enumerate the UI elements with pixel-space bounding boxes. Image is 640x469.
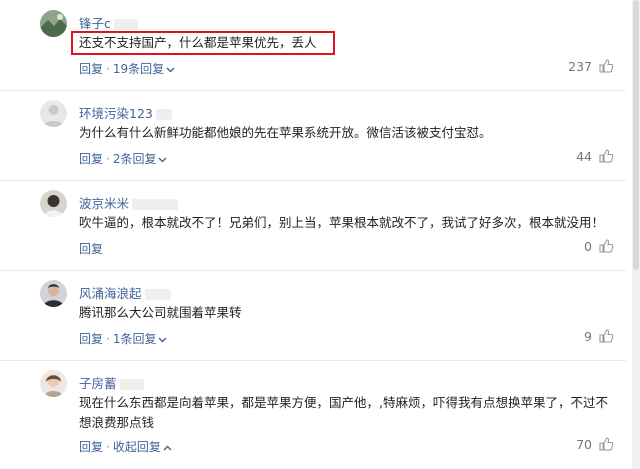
masked-name-fragment	[119, 379, 144, 390]
comment-username[interactable]: 环境污染123	[79, 103, 172, 122]
masked-name-fragment	[113, 19, 138, 30]
comment-text: 腾讯那么大公司就围着苹果转	[79, 305, 242, 320]
separator: ·	[106, 440, 110, 454]
view-replies-link[interactable]: 1条回复	[113, 332, 168, 346]
like-count-text: 70	[576, 436, 592, 452]
chevron-down-icon	[166, 67, 175, 72]
view-replies-label[interactable]: 2条回复	[113, 152, 157, 166]
like-count-text: 237	[568, 58, 592, 74]
collapse-replies-label[interactable]: 收起回复	[113, 440, 161, 454]
view-replies-link[interactable]: 19条回复	[113, 62, 175, 76]
like-count-text: 44	[576, 148, 592, 164]
person-avatar-icon[interactable]	[40, 370, 67, 397]
chevron-down-icon	[158, 337, 167, 342]
thumbs-up-icon[interactable]	[598, 148, 614, 164]
reply-button[interactable]: 回复	[79, 440, 103, 454]
username-text[interactable]: 波京米米	[79, 196, 129, 211]
separator: ·	[106, 332, 110, 346]
comment-actions: 回复 · 2条回复	[79, 150, 167, 167]
comment-actions: 回复 · 1条回复	[79, 330, 167, 347]
username-text[interactable]: 子房蓄	[79, 376, 117, 391]
comment-actions: 回复	[79, 240, 103, 257]
reply-button[interactable]: 回复	[79, 242, 103, 256]
comment-username[interactable]: 波京米米	[79, 193, 179, 212]
like-count[interactable]: 0	[584, 238, 614, 254]
comment-actions: 回复 · 19条回复	[79, 60, 175, 77]
comment-item: 波京米米 吹牛逼的，根本就改不了！兄弟们，别上当，苹果根本就改不了，我试了好多次…	[0, 180, 626, 271]
comment-text: 现在什么东西都是向着苹果，都是苹果方便，国产他，,特麻烦，吓得我有点想换苹果了，…	[79, 395, 608, 430]
like-count[interactable]: 9	[584, 328, 614, 344]
comment-text: 为什么有什么新鲜功能都他娘的先在苹果系统开放。微信活该被支付宝怼。	[79, 125, 492, 140]
masked-name-fragment	[132, 199, 179, 210]
like-count-text: 0	[584, 238, 592, 254]
comment-text: 吹牛逼的，根本就改不了！兄弟们，别上当，苹果根本就改不了，我试了好多次，根本就没…	[79, 215, 605, 230]
like-count[interactable]: 44	[576, 148, 614, 164]
like-count[interactable]: 237	[568, 58, 614, 74]
masked-name-fragment	[144, 289, 171, 300]
comment-item: 风涌海浪起 腾讯那么大公司就围着苹果转 回复 · 1条回复 9	[0, 270, 626, 361]
like-count[interactable]: 70	[576, 436, 614, 452]
comment-username[interactable]: 风涌海浪起	[79, 283, 171, 302]
thumbs-up-icon[interactable]	[598, 238, 614, 254]
chevron-up-icon	[163, 445, 172, 450]
like-count-text: 9	[584, 328, 592, 344]
scrollbar-thumb[interactable]	[633, 0, 639, 270]
thumbs-up-icon[interactable]	[598, 328, 614, 344]
person-avatar-icon[interactable]	[40, 280, 67, 307]
view-replies-link[interactable]: 2条回复	[113, 152, 168, 166]
comment-item: 环境污染123 为什么有什么新鲜功能都他娘的先在苹果系统开放。微信活该被支付宝怼…	[0, 90, 626, 181]
collapse-replies-link[interactable]: 收起回复	[113, 440, 172, 454]
separator: ·	[106, 152, 110, 166]
view-replies-label[interactable]: 19条回复	[113, 62, 164, 76]
thumbs-up-icon[interactable]	[598, 436, 614, 452]
username-text[interactable]: 环境污染123	[79, 106, 153, 121]
masked-name-fragment	[155, 109, 172, 120]
username-text[interactable]: 锋子c	[79, 16, 111, 31]
reply-button[interactable]: 回复	[79, 332, 103, 346]
comment-item: 子房蓄 现在什么东西都是向着苹果，都是苹果方便，国产他，,特麻烦，吓得我有点想换…	[0, 360, 626, 469]
comment-item: 锋子c 还支不支持国产，什么都是苹果优先，丢人 回复 · 19条回复 237	[0, 0, 626, 91]
view-replies-label[interactable]: 1条回复	[113, 332, 157, 346]
reply-button[interactable]: 回复	[79, 62, 103, 76]
comment-username[interactable]: 子房蓄	[79, 373, 144, 392]
comment-text: 还支不支持国产，什么都是苹果优先，丢人	[79, 35, 317, 50]
comment-username[interactable]: 锋子c	[79, 13, 138, 32]
comment-actions: 回复 · 收起回复	[79, 438, 172, 455]
username-text[interactable]: 风涌海浪起	[79, 286, 142, 301]
thumbs-up-icon[interactable]	[598, 58, 614, 74]
landscape-avatar-icon[interactable]	[40, 10, 67, 37]
chevron-down-icon	[158, 157, 167, 162]
separator: ·	[106, 62, 110, 76]
reply-button[interactable]: 回复	[79, 152, 103, 166]
person-avatar-icon[interactable]	[40, 190, 67, 217]
default-avatar-icon[interactable]	[40, 100, 67, 127]
scrollbar[interactable]	[632, 0, 640, 469]
